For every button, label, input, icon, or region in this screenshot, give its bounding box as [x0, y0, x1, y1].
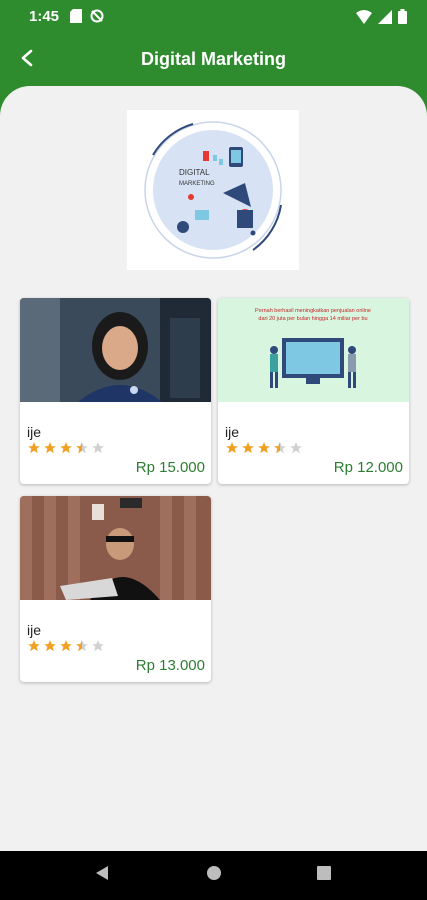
status-time: 1:45	[29, 8, 60, 25]
status-bar: 1:45	[0, 0, 427, 33]
nav-recents-button[interactable]	[294, 851, 354, 900]
course-name: ije	[27, 622, 42, 638]
hero-title-line2: MARKETING	[179, 181, 215, 187]
signal-icon	[378, 9, 392, 29]
hero-title-line1: DIGITAL	[179, 168, 210, 177]
star-half-icon	[273, 441, 287, 460]
nav-home-button[interactable]	[184, 851, 244, 900]
star-icon	[241, 441, 255, 460]
star-icon	[43, 639, 57, 658]
course-card[interactable]: ije Rp 15.000	[20, 298, 211, 484]
sd-card-icon	[70, 9, 82, 28]
course-price: Rp 13.000	[135, 657, 205, 674]
course-card[interactable]: ije Rp 13.000	[20, 496, 211, 682]
course-list-content: DIGITAL MARKETING ije Rp 15.000 Pernah b…	[0, 86, 427, 851]
wifi-icon	[356, 9, 372, 29]
course-name: ije	[225, 424, 240, 440]
circle-home-icon	[206, 865, 222, 886]
star-empty-icon	[91, 441, 105, 460]
triangle-back-icon	[95, 865, 109, 886]
system-navigation-bar	[0, 851, 427, 900]
star-empty-icon	[91, 639, 105, 658]
course-price: Rp 12.000	[333, 459, 403, 476]
rating-stars	[225, 441, 303, 460]
star-icon	[43, 441, 57, 460]
star-icon	[257, 441, 271, 460]
square-recents-icon	[317, 866, 331, 885]
star-half-icon	[75, 639, 89, 658]
battery-icon	[398, 9, 407, 29]
nav-back-button[interactable]	[72, 851, 132, 900]
course-name: ije	[27, 424, 42, 440]
course-thumbnail	[20, 298, 211, 402]
rating-stars	[27, 639, 105, 658]
course-card[interactable]: Pernah berhasil meningkatkan penjualan o…	[218, 298, 409, 484]
star-icon	[59, 441, 73, 460]
course-price: Rp 15.000	[135, 459, 205, 476]
rating-stars	[27, 441, 105, 460]
star-icon	[59, 639, 73, 658]
banner-line2: dari 20 juta per bulan hingga 14 miliar …	[258, 316, 367, 322]
course-thumbnail: Pernah berhasil meningkatkan penjualan o…	[218, 298, 409, 402]
star-icon	[27, 441, 41, 460]
no-sync-icon	[90, 9, 104, 28]
banner-line1: Pernah berhasil meningkatkan penjualan o…	[255, 308, 371, 314]
star-half-icon	[75, 441, 89, 460]
course-thumbnail	[20, 496, 211, 600]
app-bar: Digital Marketing	[0, 33, 427, 88]
star-empty-icon	[289, 441, 303, 460]
star-icon	[225, 441, 239, 460]
category-illustration: DIGITAL MARKETING	[127, 110, 299, 270]
star-icon	[27, 639, 41, 658]
page-title: Digital Marketing	[140, 49, 287, 69]
